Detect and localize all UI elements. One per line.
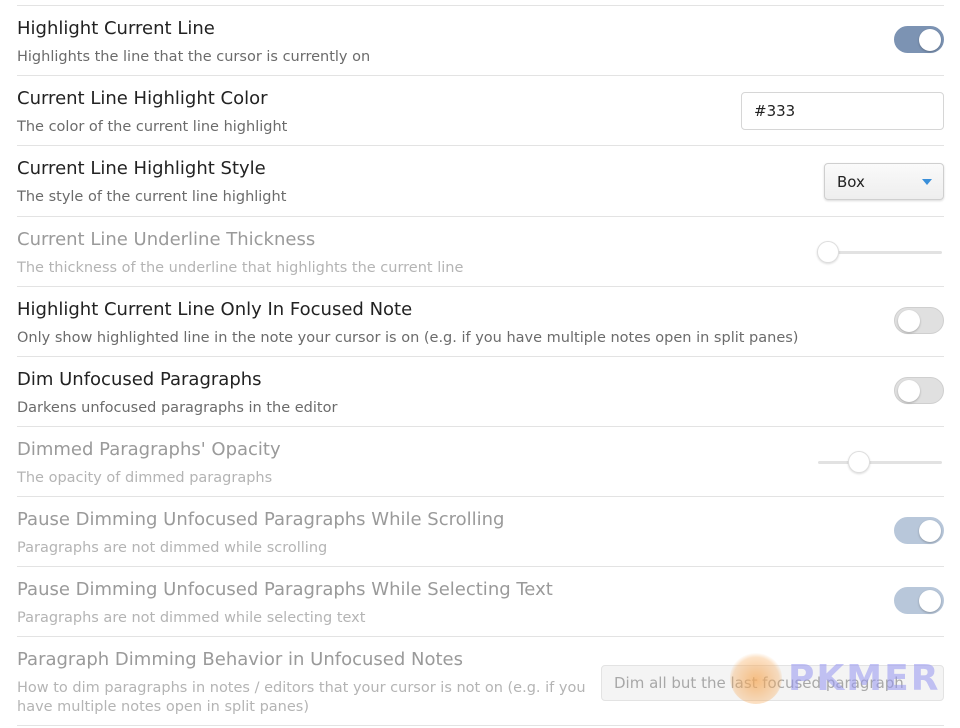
setting-name: Dimmed Paragraphs' Opacity (17, 439, 281, 460)
toggle-knob (898, 310, 920, 332)
focused-note-only-toggle[interactable] (894, 307, 944, 334)
highlight-color-input[interactable]: #333 (741, 92, 944, 130)
setting-description: Darkens unfocused paragraphs in the edit… (17, 400, 338, 416)
highlight-current-line-toggle[interactable] (894, 26, 944, 53)
setting-description: The opacity of dimmed paragraphs (17, 470, 273, 486)
setting-name: Highlight Current Line Only In Focused N… (17, 299, 413, 320)
setting-highlight-current-line: Highlight Current Line Highlights the li… (17, 5, 944, 75)
toggle-knob (919, 590, 941, 612)
setting-name: Current Line Highlight Style (17, 158, 266, 179)
setting-description: Only show highlighted line in the note y… (17, 330, 799, 346)
pause-scrolling-toggle[interactable] (894, 517, 944, 544)
setting-description: The color of the current line highlight (17, 119, 288, 135)
setting-name: Dim Unfocused Paragraphs (17, 369, 262, 390)
setting-dim-unfocused-paragraphs: Dim Unfocused Paragraphs Darkens unfocus… (17, 356, 944, 426)
setting-name: Pause Dimming Unfocused Paragraphs While… (17, 509, 505, 530)
setting-description: The style of the current line highlight (17, 189, 287, 205)
setting-name: Pause Dimming Unfocused Paragraphs While… (17, 579, 553, 600)
setting-description: Paragraphs are not dimmed while scrollin… (17, 540, 328, 556)
setting-pause-dimming-scrolling: Pause Dimming Unfocused Paragraphs While… (17, 496, 944, 566)
setting-description: Highlights the line that the cursor is c… (17, 49, 371, 65)
setting-description: Paragraphs are not dimmed while selectin… (17, 610, 366, 626)
pkmer-logo-icon (730, 652, 782, 704)
setting-name: Current Line Underline Thickness (17, 229, 316, 250)
setting-name: Current Line Highlight Color (17, 88, 268, 109)
pause-selecting-toggle[interactable] (894, 587, 944, 614)
setting-highlight-focused-note-only: Highlight Current Line Only In Focused N… (17, 286, 944, 356)
setting-dimmed-opacity: Dimmed Paragraphs' Opacity The opacity o… (17, 426, 944, 496)
highlight-style-dropdown[interactable]: Box (824, 163, 944, 200)
setting-current-line-highlight-style: Current Line Highlight Style The style o… (17, 145, 944, 216)
setting-pause-dimming-selecting: Pause Dimming Unfocused Paragraphs While… (17, 566, 944, 636)
slider-thumb[interactable] (847, 451, 870, 473)
toggle-knob (898, 380, 920, 402)
slider-thumb[interactable] (817, 241, 839, 263)
caret-down-icon (922, 179, 932, 185)
dimmed-opacity-slider[interactable] (818, 451, 942, 473)
dropdown-value: Box (837, 173, 865, 191)
setting-name: Highlight Current Line (17, 18, 215, 39)
watermark-text: PKMER (788, 658, 941, 699)
underline-thickness-slider[interactable] (817, 241, 942, 263)
dim-unfocused-toggle[interactable] (894, 377, 944, 404)
setting-current-line-highlight-color: Current Line Highlight Color The color o… (17, 75, 944, 145)
setting-description: The thickness of the underline that high… (17, 260, 464, 276)
toggle-knob (919, 29, 941, 51)
setting-description: How to dim paragraphs in notes / editors… (17, 680, 586, 715)
settings-list: Highlight Current Line Highlights the li… (0, 0, 960, 728)
toggle-knob (919, 520, 941, 542)
setting-underline-thickness: Current Line Underline Thickness The thi… (17, 216, 944, 286)
pkmer-watermark: PKMER (730, 652, 944, 708)
setting-name: Paragraph Dimming Behavior in Unfocused … (17, 649, 464, 670)
